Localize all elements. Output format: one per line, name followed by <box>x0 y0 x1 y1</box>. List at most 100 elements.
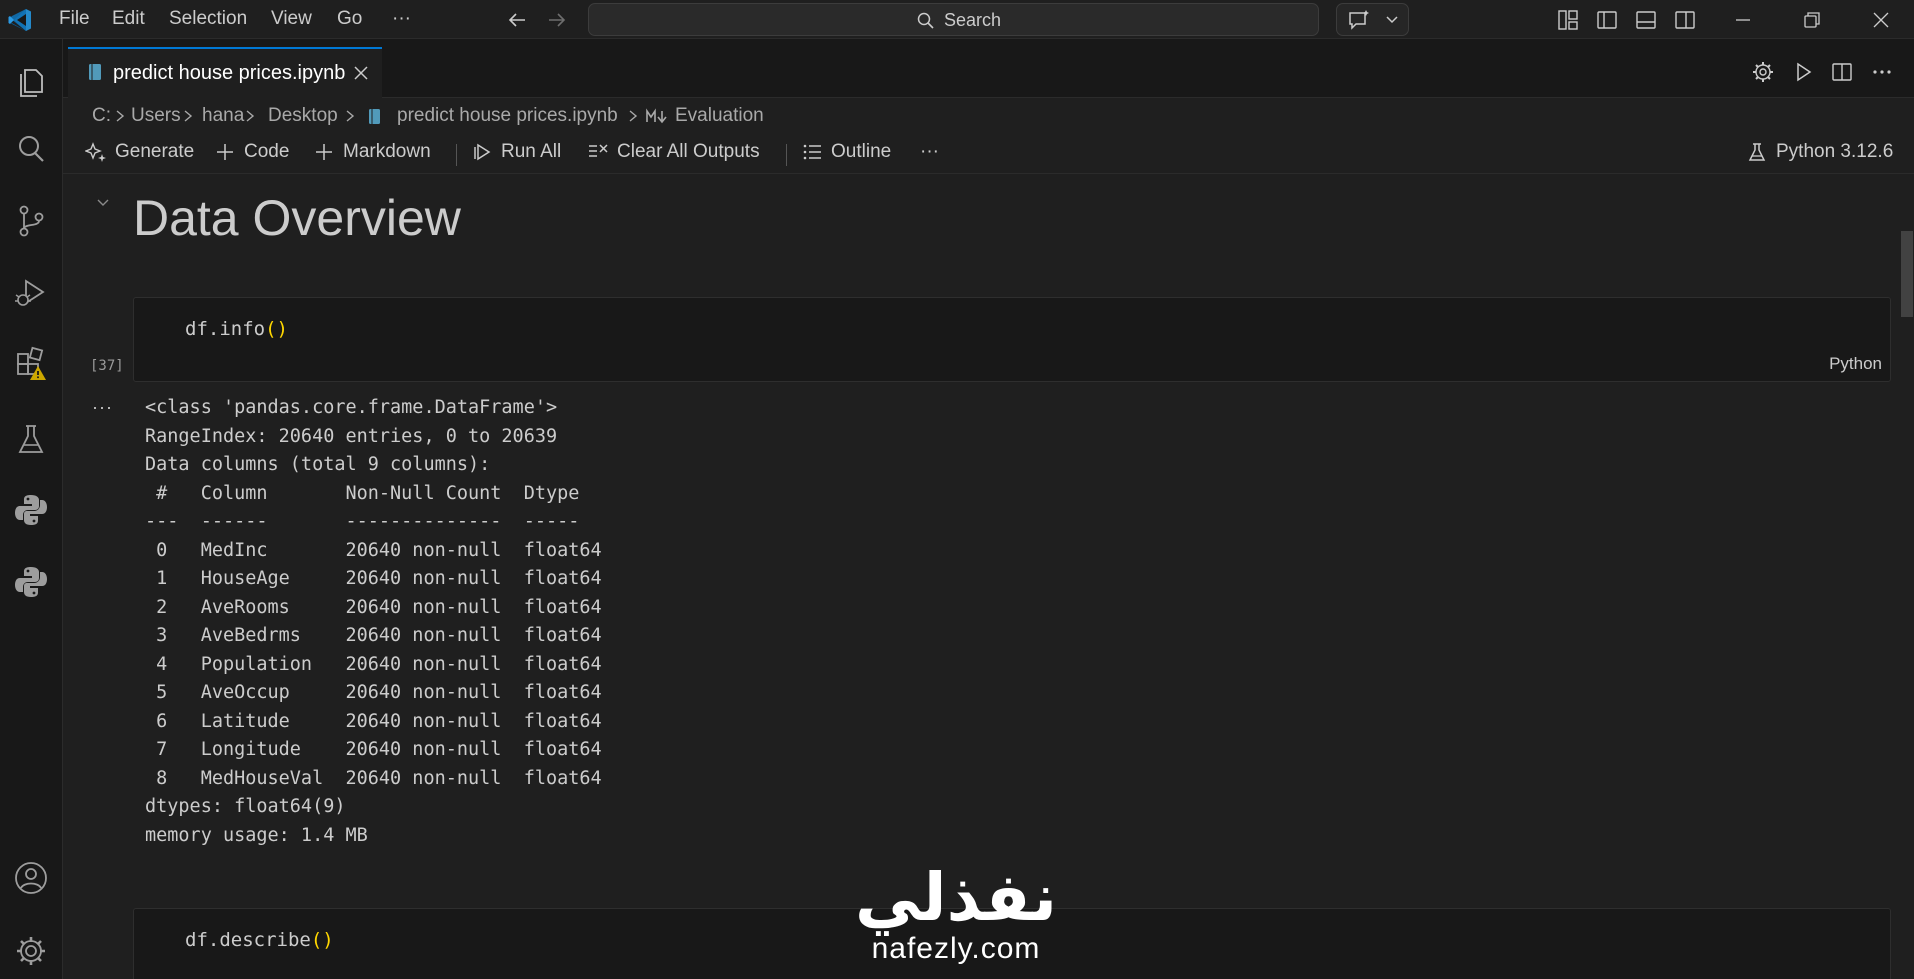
toolbar-more-label: ··· <box>920 141 939 162</box>
customize-layout-icon[interactable] <box>1556 8 1580 32</box>
kernel-flask-icon <box>1748 143 1766 161</box>
command-center-search[interactable]: Search <box>588 3 1319 36</box>
run-all-icon <box>474 143 491 161</box>
code-text: df.describe <box>185 929 311 951</box>
menu-view[interactable]: View <box>271 8 312 30</box>
watermark-url: nafezly.com <box>871 932 1041 965</box>
cell-output: <class 'pandas.core.frame.DataFrame'> Ra… <box>145 397 602 846</box>
breadcrumb-file[interactable]: predict house prices.ipynb <box>397 105 618 127</box>
testing-icon[interactable] <box>12 421 50 459</box>
forward-arrow-icon[interactable] <box>545 8 569 32</box>
kernel-label: Python 3.12.6 <box>1776 141 1894 162</box>
copilot-chat-icon <box>1349 10 1369 30</box>
tab-label: predict house prices.ipynb <box>113 62 346 84</box>
python-environments-icon[interactable] <box>12 563 50 601</box>
chevron-right-icon <box>629 110 638 122</box>
run-all-button[interactable]: Run All <box>471 141 561 163</box>
breadcrumb: C: Users hana Desktop predict house pric… <box>63 98 1914 134</box>
chevron-right-icon <box>346 110 355 122</box>
menu-file[interactable]: File <box>59 8 90 30</box>
back-arrow-icon[interactable] <box>505 8 529 32</box>
code-cell[interactable]: df.info() Python <box>133 297 1891 382</box>
toolbar-more-button[interactable]: ··· <box>920 141 939 163</box>
more-actions-icon[interactable] <box>1870 60 1894 84</box>
editor-tab-bar: predict house prices.ipynb <box>63 39 1914 98</box>
breadcrumb-drive[interactable]: C: <box>92 105 111 127</box>
plus-icon <box>316 144 332 160</box>
activity-bar <box>0 39 63 979</box>
add-markdown-cell-button[interactable]: Markdown <box>313 141 431 163</box>
run-debug-icon[interactable] <box>12 273 50 311</box>
close-tab-icon[interactable] <box>351 63 371 83</box>
watermark: نفذلي nafezly.com <box>846 862 1066 966</box>
sparkle-icon <box>85 142 106 162</box>
toolbar-divider <box>786 144 787 166</box>
outline-label: Outline <box>831 141 892 162</box>
plus-icon <box>217 144 233 160</box>
chevron-right-icon <box>246 110 255 122</box>
add-code-cell-button[interactable]: Code <box>214 141 289 163</box>
manage-gear-icon[interactable] <box>12 932 50 970</box>
search-icon <box>917 12 934 29</box>
explorer-icon[interactable] <box>12 62 50 100</box>
toolbar-divider <box>456 144 457 166</box>
markdown-icon <box>646 108 667 124</box>
toggle-panel-icon[interactable] <box>1634 8 1658 32</box>
run-all-label: Run All <box>501 141 562 162</box>
notebook-file-icon <box>89 64 101 80</box>
search-icon[interactable] <box>12 130 50 168</box>
restore-icon[interactable] <box>1800 8 1824 32</box>
generate-label: Generate <box>115 141 195 162</box>
minimize-icon[interactable] <box>1731 8 1755 32</box>
code-line[interactable]: df.info() <box>185 318 288 340</box>
chevron-right-icon <box>184 110 193 122</box>
notebook-settings-gear-icon[interactable] <box>1751 60 1775 84</box>
breadcrumb-section[interactable]: Evaluation <box>675 105 764 127</box>
outline-button[interactable]: Outline <box>801 141 891 163</box>
output-more-button[interactable]: ··· <box>92 397 113 418</box>
toggle-secondary-sidebar-icon[interactable] <box>1673 8 1697 32</box>
copilot-chat-button[interactable] <box>1336 3 1409 36</box>
watermark-arabic-text: نفذلي <box>855 860 1057 934</box>
code-line[interactable]: df.describe() <box>185 929 334 951</box>
menu-selection[interactable]: Selection <box>169 8 247 30</box>
vscode-logo-icon <box>8 9 31 31</box>
source-control-icon[interactable] <box>12 202 50 240</box>
breadcrumb-desktop[interactable]: Desktop <box>268 105 338 127</box>
clear-all-icon <box>589 144 608 157</box>
extensions-icon[interactable] <box>12 344 50 382</box>
menu-more[interactable]: ··· <box>392 8 411 30</box>
notebook-file-icon <box>369 109 380 124</box>
chevron-down-icon <box>1386 16 1398 24</box>
markdown-heading: Data Overview <box>133 190 461 246</box>
accounts-icon[interactable] <box>12 859 50 897</box>
notebook-toolbar: Generate Code Markdown Run All Clear All… <box>63 134 1914 174</box>
clear-all-outputs-button[interactable]: Clear All Outputs <box>587 141 760 163</box>
markdown-label: Markdown <box>343 141 431 162</box>
execution-count: [37] <box>90 358 124 374</box>
python-icon[interactable] <box>12 491 50 529</box>
code-paren: () <box>310 929 334 951</box>
chevron-down-icon[interactable] <box>95 195 111 211</box>
split-editor-icon[interactable] <box>1830 60 1854 84</box>
menu-go[interactable]: Go <box>337 8 362 30</box>
notebook-editor[interactable]: Data Overview df.info() Python [37] ··· … <box>63 175 1914 979</box>
search-label: Search <box>944 10 1002 30</box>
code-text: df.info <box>185 318 266 340</box>
toggle-primary-sidebar-icon[interactable] <box>1595 8 1619 32</box>
run-play-icon[interactable] <box>1791 60 1815 84</box>
generate-button[interactable]: Generate <box>85 141 194 163</box>
code-paren: () <box>265 318 288 340</box>
title-bar: File Edit Selection View Go ··· Search <box>0 0 1914 39</box>
kernel-picker[interactable]: Python 3.12.6 <box>1746 141 1893 163</box>
list-icon <box>803 144 821 160</box>
close-window-icon[interactable] <box>1869 8 1893 32</box>
menu-edit[interactable]: Edit <box>112 8 145 30</box>
cell-language-label[interactable]: Python <box>1829 354 1882 374</box>
breadcrumb-hana[interactable]: hana <box>202 105 244 127</box>
tab-predict-house-prices[interactable]: predict house prices.ipynb <box>68 47 382 98</box>
breadcrumb-users[interactable]: Users <box>131 105 181 127</box>
scrollbar-thumb[interactable] <box>1901 231 1913 317</box>
code-label: Code <box>244 141 290 162</box>
clear-all-outputs-label: Clear All Outputs <box>617 141 760 162</box>
